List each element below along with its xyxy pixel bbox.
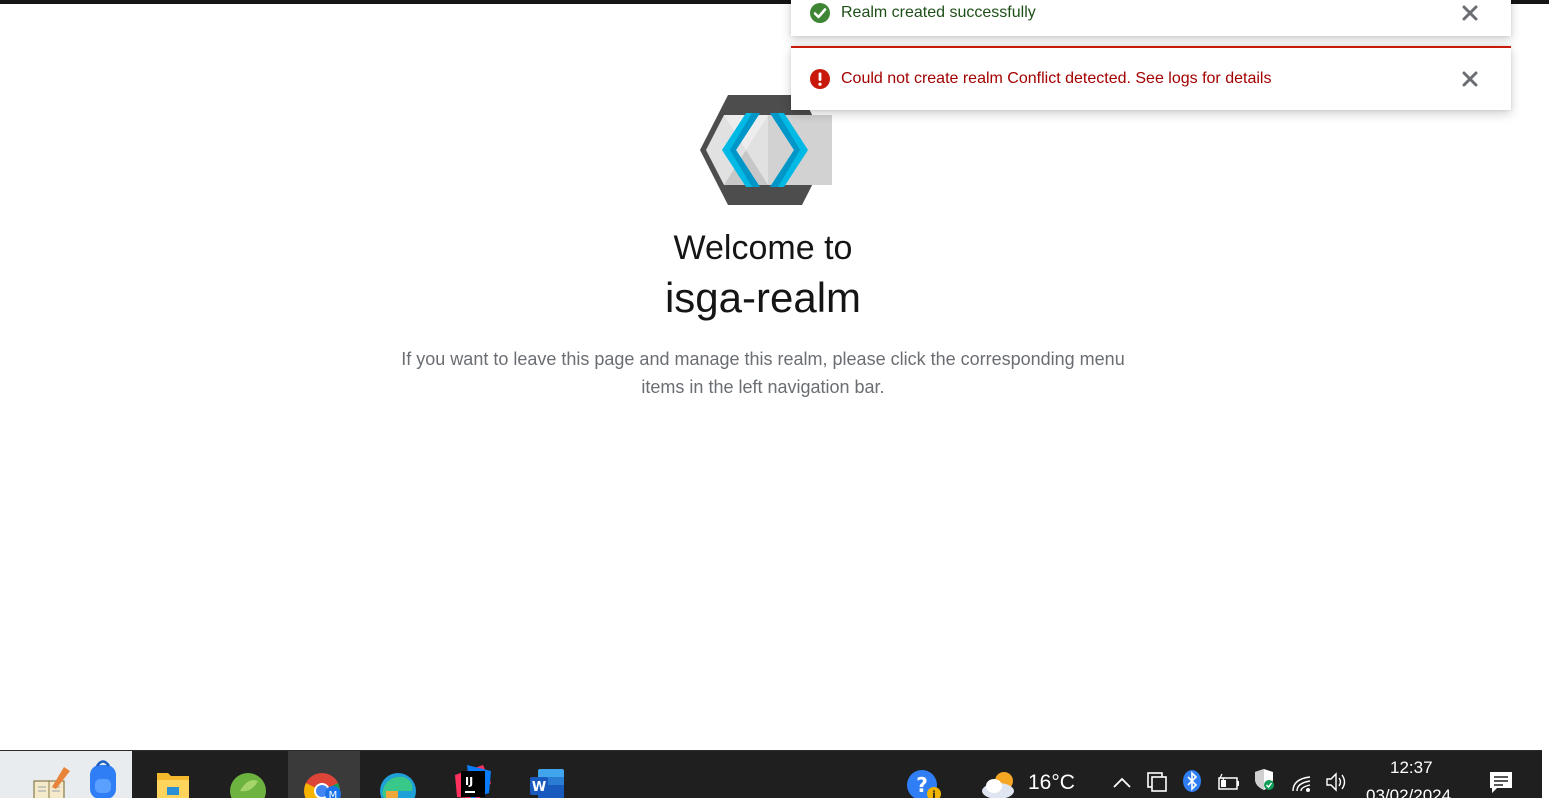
help-icon[interactable]: ? i: [905, 765, 943, 798]
keycloak-logo: [700, 95, 832, 205]
taskbar-app-intellij[interactable]: IJ: [437, 751, 509, 798]
taskbar-app-spring-tools[interactable]: [212, 751, 284, 798]
notifications-icon[interactable]: [1487, 769, 1515, 797]
edge-icon: [380, 773, 416, 798]
exclamation-circle-icon: [810, 69, 830, 89]
danger-toast: Could not create realm Conflict detected…: [791, 46, 1511, 110]
security-shield-icon[interactable]: [1252, 767, 1276, 791]
taskbar-app-file-explorer[interactable]: [137, 751, 209, 798]
intellij-icon: IJ: [455, 765, 491, 798]
taskbar-app-word[interactable]: W: [512, 751, 584, 798]
close-icon[interactable]: [1459, 2, 1481, 24]
taskbar-app-edge[interactable]: [362, 751, 434, 798]
close-icon[interactable]: [1459, 68, 1481, 90]
widgets-area[interactable]: [0, 751, 132, 798]
chrome-icon: M: [304, 773, 341, 798]
check-circle-icon: [810, 3, 830, 23]
toast-title: Could not create realm Conflict detected…: [841, 70, 1272, 87]
weather-temperature[interactable]: 16°C: [1028, 771, 1075, 795]
bluetooth-icon[interactable]: [1180, 769, 1204, 793]
clock-time[interactable]: 12:37: [1390, 758, 1433, 778]
notebook-icon: [33, 767, 70, 798]
spring-tools-icon: [230, 773, 266, 798]
clock-date[interactable]: 03/02/2024: [1366, 786, 1451, 798]
svg-text:IJ: IJ: [465, 775, 473, 788]
toast-title: Realm created successfully: [841, 4, 1036, 21]
svg-text:?: ?: [916, 773, 928, 797]
battery-charging-icon[interactable]: [1216, 770, 1240, 794]
svg-text:W: W: [532, 780, 546, 795]
backpack-icon: [90, 760, 116, 798]
chevron-up-icon[interactable]: [1110, 771, 1134, 795]
svg-text:i: i: [932, 790, 935, 798]
weather-cloud-sun-icon[interactable]: [980, 769, 1020, 798]
taskbar-app-chrome[interactable]: M: [288, 751, 360, 798]
svg-text:M: M: [329, 790, 338, 798]
volume-icon[interactable]: [1324, 770, 1348, 794]
welcome-section: Welcome to isga-realm If you want to lea…: [0, 0, 1526, 750]
realm-name-title: isga-realm: [664, 274, 862, 321]
file-explorer-icon: [157, 773, 189, 798]
wifi-icon[interactable]: [1290, 771, 1314, 795]
taskbar: M IJ W ? i 16°C 12:37 03/02/2024: [0, 750, 1542, 798]
task-view-icon[interactable]: [1145, 770, 1169, 794]
success-toast: Realm created successfully: [791, 0, 1511, 36]
welcome-description: If you want to leave this page and manag…: [401, 349, 1125, 397]
screen-edge: [1542, 750, 1549, 798]
browser-page: Welcome to isga-realm If you want to lea…: [0, 0, 1549, 798]
welcome-heading: Welcome to: [673, 229, 853, 267]
word-icon: W: [530, 769, 564, 798]
